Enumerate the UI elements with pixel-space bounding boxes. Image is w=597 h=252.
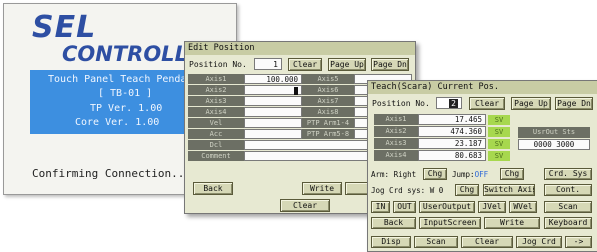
axis-label: Axis1 <box>188 74 244 84</box>
jump-status: Jump:OFF <box>452 170 488 179</box>
connection-status: Confirming Connection.. <box>32 167 185 180</box>
screen-title: Teach(Scara) Current Pos. <box>368 81 597 94</box>
vel-label: Vel <box>188 118 244 128</box>
axis-value-field[interactable] <box>244 85 302 95</box>
in-button[interactable]: IN <box>371 201 390 213</box>
axis-label: Axis7 <box>302 96 354 106</box>
input-screen-button[interactable]: InputScreen <box>419 217 481 229</box>
out-button[interactable]: OUT <box>393 201 416 213</box>
keyboard-button[interactable]: Keyboard <box>544 217 592 229</box>
axis-value-field[interactable]: 100.000 <box>244 74 302 84</box>
clear-button[interactable]: Clear <box>469 97 505 110</box>
servo-indicator: SV <box>488 127 510 137</box>
comment-label: Comment <box>188 151 244 161</box>
logo-sel: SEL <box>32 10 97 45</box>
bottom-clear-button[interactable]: Clear <box>461 236 513 248</box>
axis-value: 474.360 <box>418 126 486 137</box>
switch-axis-button[interactable]: Switch Axis <box>483 184 535 196</box>
axis-label: Axis4 <box>188 107 244 117</box>
axis-label: Axis5 <box>302 74 354 84</box>
axis-label: Axis3 <box>374 138 418 149</box>
acc-field[interactable] <box>244 129 302 139</box>
userout-status-label: UsrOut Sts <box>518 127 590 138</box>
panel-core-version: Core Ver. 1.00 <box>75 117 160 128</box>
position-no-label: Position No. <box>372 99 430 108</box>
arm-change-button[interactable]: Chg <box>423 168 447 180</box>
jump-label: Jump: <box>452 170 475 179</box>
wvel-button[interactable]: WVel <box>509 201 537 213</box>
position-no-field[interactable]: 2 <box>436 97 462 109</box>
position-no-field[interactable]: 1 <box>254 58 282 70</box>
clear-button[interactable]: Clear <box>288 58 322 71</box>
jog-change-button[interactable]: Chg <box>455 184 479 196</box>
bottom-scan-button[interactable]: Scan <box>414 236 458 248</box>
cont-button[interactable]: Cont. <box>544 184 592 196</box>
teach-current-pos-screen: Teach(Scara) Current Pos. Position No. 2… <box>367 80 597 252</box>
write-button[interactable]: Write <box>302 182 342 195</box>
servo-indicator: SV <box>488 151 510 161</box>
jog-crd-button[interactable]: Jog Crd <box>516 236 562 248</box>
userout-status-value: 0000 3000 <box>518 139 590 150</box>
write-button[interactable]: Write <box>484 217 540 229</box>
jump-value: OFF <box>474 170 489 179</box>
scan-button[interactable]: Scan <box>544 201 592 213</box>
page-dn-button[interactable]: Page Dn <box>371 58 409 71</box>
axis-value-field[interactable] <box>244 107 302 117</box>
axis-value-field[interactable] <box>244 96 302 106</box>
axis-value: 80.683 <box>418 150 486 161</box>
axis-label: Axis8 <box>302 107 354 117</box>
disp-button[interactable]: Disp <box>371 236 411 248</box>
ptp-arm-label: PTP Arm1-4 <box>302 118 354 128</box>
write-extra-button[interactable] <box>345 182 369 195</box>
panel-model: [ TB-01 ] <box>98 88 153 99</box>
jog-coordinate-status: Jog Crd sys: W 0 <box>371 186 444 195</box>
dcl-label: Dcl <box>188 140 244 150</box>
crd-sys-button[interactable]: Crd. Sys <box>544 168 592 180</box>
position-no-label: Position No. <box>189 60 247 69</box>
vel-field[interactable] <box>244 118 302 128</box>
next-page-button[interactable]: -> <box>565 236 592 248</box>
axis-value: 23.187 <box>418 138 486 149</box>
page-up-button[interactable]: Page Up <box>328 58 366 71</box>
jump-change-button[interactable]: Chg <box>500 168 524 180</box>
acc-label: Acc <box>188 129 244 139</box>
arm-status: Arm: Right <box>371 170 417 179</box>
back-button[interactable]: Back <box>371 217 416 229</box>
page-dn-button[interactable]: Page Dn <box>555 97 593 110</box>
back-button[interactable]: Back <box>193 182 233 195</box>
panel-product-name: Touch Panel Teach Pendant <box>48 74 199 85</box>
page-up-button[interactable]: Page Up <box>511 97 551 110</box>
axis-label: Axis6 <box>302 85 354 95</box>
text-cursor <box>294 87 298 95</box>
ptp-arm-label: PTP Arm5-8 <box>302 129 354 139</box>
axis-label: Axis2 <box>374 126 418 137</box>
jvel-button[interactable]: JVel <box>478 201 506 213</box>
servo-indicator: SV <box>488 115 510 125</box>
screen-title: Edit Position <box>185 42 415 55</box>
axis-label: Axis2 <box>188 85 244 95</box>
axis-label: Axis1 <box>374 114 418 125</box>
axis-value: 17.465 <box>418 114 486 125</box>
axis-label: Axis3 <box>188 96 244 106</box>
servo-indicator: SV <box>488 139 510 149</box>
axis-label: Axis4 <box>374 150 418 161</box>
position-no-value: 2 <box>449 99 458 108</box>
user-output-button[interactable]: UserOutput <box>419 201 475 213</box>
panel-tp-version: TP Ver. 1.00 <box>90 103 163 114</box>
bottom-clear-button[interactable]: Clear <box>280 199 330 212</box>
